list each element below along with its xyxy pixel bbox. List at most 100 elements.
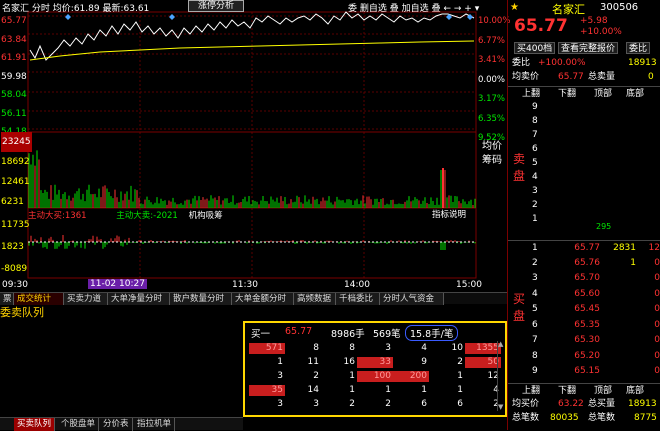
queue-scrollbar[interactable]: ▲ ▼ — [497, 341, 503, 411]
buy-level-index: 2 — [532, 257, 538, 268]
indicator-explain-button[interactable]: 指标说明 — [432, 208, 466, 220]
buy-bottom-button[interactable]: 底部 — [626, 384, 644, 398]
buy-level-index: 7 — [532, 335, 538, 345]
buy-level-price: 65.30 — [574, 335, 600, 345]
queue-cell: 2 — [385, 399, 391, 409]
queue-cell: 2 — [313, 371, 319, 381]
tab-big-amount[interactable]: 大单金额分时 — [232, 293, 294, 305]
buy-level-volume: 2831 — [613, 243, 636, 253]
chart-canvas — [27, 11, 477, 279]
full-quote-button[interactable]: 查看完整报价 — [558, 42, 619, 54]
total-buy-value: 18913 — [628, 399, 657, 409]
buy-level-row[interactable]: 2 65.76 1 0 — [508, 256, 660, 270]
price-tick: 56.11 — [1, 108, 27, 119]
page-down-button[interactable]: 下翻 — [558, 87, 576, 101]
btab-pull-orders[interactable]: 指拉机单 — [134, 418, 176, 431]
volume-side-labels: 均价 筹码 — [482, 140, 502, 168]
tab-high-freq[interactable]: 高频数据 — [294, 293, 336, 305]
queue-cell: 4 — [493, 385, 499, 395]
sell-level-row[interactable]: 5 — [508, 156, 660, 170]
buy-level-row[interactable]: 1 65.77 2831 12 — [508, 240, 660, 254]
buy-level-row[interactable]: 5 65.45 0 — [508, 302, 660, 316]
arrow-left-icon[interactable]: ← — [443, 4, 451, 14]
entrust-ratio-button[interactable]: 委比 — [626, 42, 651, 54]
queue-cell: 1 — [349, 371, 355, 381]
queue-orders: 569笔 — [373, 329, 401, 340]
btab-queue[interactable]: 买卖队列 — [14, 418, 56, 431]
tab-buy-sell-power[interactable]: 买卖力道 — [64, 293, 108, 305]
limit-up-analysis-button[interactable]: 涨停分析 — [188, 0, 244, 12]
sell-level-row[interactable]: 3 — [508, 184, 660, 198]
btab-price-table[interactable]: 分价表 — [100, 418, 133, 431]
queue-cell: 100 — [357, 371, 393, 382]
toolbar-entrust[interactable]: 委 — [348, 4, 357, 14]
total-count-label: 总笔数 — [512, 413, 540, 423]
toolbar-overlay-2[interactable]: 叠 — [432, 4, 441, 14]
count-label: 总笔数 — [588, 413, 616, 423]
queue-cell: 16 — [343, 357, 355, 367]
time-tick: 14:00 — [344, 280, 370, 290]
price-tick: 58.04 — [1, 90, 27, 100]
sell-page-controls: 上翻 下翻 顶部 底部 — [508, 86, 660, 100]
total-sell-value: 0 — [648, 72, 654, 82]
sell-level-row[interactable]: 6 — [508, 142, 660, 156]
expand-icon[interactable]: + — [464, 4, 472, 14]
intraday-chart[interactable]: 名家汇 分时 均价:61.89 最新:63.61 涨停分析 委 删自选 叠 加自… — [0, 0, 510, 292]
toolbar-overlay[interactable]: 叠 — [390, 4, 399, 14]
arrow-right-icon[interactable]: → — [454, 4, 462, 14]
queue-cell: 200 — [393, 371, 429, 382]
funds-main-label: 主动大买: — [28, 211, 65, 221]
bottom-button[interactable]: 底部 — [626, 87, 644, 101]
sell-level-row[interactable]: 1 — [508, 212, 660, 226]
buy-level-row[interactable]: 6 65.35 0 — [508, 318, 660, 332]
sell-level-index: 3 — [532, 186, 538, 196]
buy-level-row[interactable]: 7 65.30 0 — [508, 333, 660, 347]
star-icon[interactable]: ★ — [510, 2, 519, 13]
sell-level-index: 9 — [532, 102, 538, 112]
buy-level-extra: 12 — [648, 243, 660, 253]
btab-orders[interactable]: 个股盘单 — [58, 418, 100, 431]
chart-toolbar: 委 删自选 叠 加自选 叠 ← → + ▾ — [348, 1, 479, 14]
queue-cell: 1 — [457, 371, 463, 381]
volume-side-avg[interactable]: 均价 — [482, 140, 502, 154]
tab-big-net-volume[interactable]: 大单净量分时 — [108, 293, 170, 305]
buy-level-index: 1 — [532, 243, 538, 253]
top-button[interactable]: 顶部 — [594, 87, 612, 101]
webi-value: +100.00% — [538, 58, 586, 68]
scroll-down-icon[interactable]: ▼ — [498, 404, 503, 411]
sell-level-row[interactable]: 4 — [508, 170, 660, 184]
sell-level-row[interactable]: 8 — [508, 114, 660, 128]
pct-axis-right: 10.00% 6.77% 3.41% 0.00% 3.17% 6.35% 9.5… — [478, 12, 510, 149]
buy-level-row[interactable]: 9 65.15 0 — [508, 364, 660, 378]
queue-cell: 12 — [487, 371, 499, 381]
buy-level-row[interactable]: 4 65.60 0 — [508, 287, 660, 301]
buy-level-index: 8 — [532, 350, 538, 361]
tab-thousand-ratio[interactable]: 千档委比 — [336, 293, 380, 305]
sell-level-row[interactable]: 7 — [508, 128, 660, 142]
buy-page-down-button[interactable]: 下翻 — [558, 384, 576, 398]
webi-row: 委比 +100.00% 18913 — [508, 56, 660, 70]
buy-level-row[interactable]: 8 65.20 0 — [508, 349, 660, 363]
buy-level-row[interactable]: 3 65.70 0 — [508, 271, 660, 285]
queue-cell: 33 — [357, 357, 393, 368]
sell-level-row[interactable]: 2 — [508, 198, 660, 212]
l2-depth-button[interactable]: 买400档 — [514, 42, 556, 54]
scroll-up-icon[interactable]: ▲ — [498, 341, 503, 348]
time-tick-start: 09:30 — [2, 280, 28, 290]
buy-level-price: 65.76 — [574, 257, 600, 268]
funds-legend: 主动大买:1361 主动大卖:-2021 机构吸筹 — [28, 209, 223, 221]
buy-top-button[interactable]: 顶部 — [594, 384, 612, 398]
volume-side-chips[interactable]: 筹码 — [482, 154, 502, 168]
toolbar-remove-watch[interactable]: 删自选 — [360, 4, 387, 14]
buy-page-up-button[interactable]: 上翻 — [522, 384, 540, 398]
pct-tick: 0.00% — [478, 74, 506, 85]
page-up-button[interactable]: 上翻 — [522, 87, 540, 101]
buy-level-extra: 0 — [654, 288, 660, 299]
tab-retail-count[interactable]: 散户数量分时 — [170, 293, 232, 305]
quote-pct: +10.00% — [580, 27, 622, 37]
avg-sell-value: 65.77 — [558, 72, 584, 82]
toolbar-add-watch[interactable]: 加自选 — [402, 4, 429, 14]
sell-level-row[interactable]: 9 — [508, 100, 660, 114]
tab-popularity-funds[interactable]: 分时人气资金 — [380, 293, 444, 305]
queue-cell: 2 — [457, 357, 463, 367]
